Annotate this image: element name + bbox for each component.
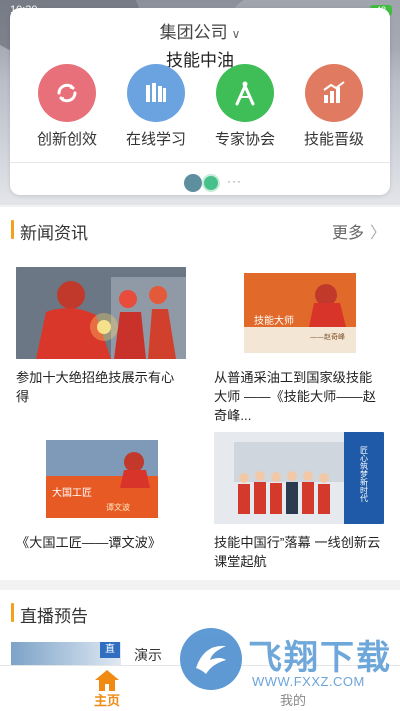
divider <box>10 162 390 163</box>
news-card[interactable]: 参加十大绝招绝技展示有心得 <box>16 267 186 406</box>
news-image-book: 技能大师 ——赵奇峰 <box>214 267 384 359</box>
news-image-welder <box>16 267 186 359</box>
books-icon <box>127 64 185 122</box>
quick-action-expert-association[interactable]: 专家协会 <box>200 64 290 149</box>
chevron-right-icon: 〉 <box>369 225 386 242</box>
more-dots-icon: ··· <box>227 174 242 188</box>
book-title: 大国工匠 <box>52 486 92 499</box>
live-header: 直播预告 <box>0 602 400 626</box>
indicator-dot-icon <box>184 174 202 192</box>
company-selector[interactable]: 集团公司 ∨ <box>10 18 390 43</box>
quick-action-skill-promotion[interactable]: 技能晋级 <box>289 64 379 149</box>
quick-action-label: 在线学习 <box>125 131 186 148</box>
more-label: 更多 <box>331 225 364 242</box>
header-card: 集团公司 ∨ 技能中油 创新创效 在线学习 专家协会 技能晋级 ··· <box>10 8 390 195</box>
compass-icon <box>216 64 274 122</box>
company-name: 集团公司 <box>159 23 228 42</box>
watermark-bird-icon <box>180 628 242 690</box>
live-badge: 直 <box>100 642 120 658</box>
watermark-logo: 飞翔下载 WWW.FXXZ.COM <box>180 628 392 694</box>
stage-banner-text: 匠心筑梦新时代 <box>360 446 369 503</box>
tab-home[interactable]: 主页 <box>57 666 157 711</box>
news-card[interactable]: 匠心筑梦新时代 技能中国行”落幕 一线创新云课堂起航 <box>214 432 384 571</box>
book-subtitle: 谭文波 <box>106 502 130 512</box>
watermark-url: WWW.FXXZ.COM <box>252 674 365 689</box>
news-headline: 从普通采油工到国家级技能大师 ——《技能大师——赵奇峰... <box>214 370 376 423</box>
live-title: 直播预告 <box>20 607 88 626</box>
news-headline: 技能中国行”落幕 一线创新云课堂起航 <box>214 535 381 569</box>
watermark-brand: 飞翔下载 <box>248 639 392 677</box>
quick-action-label: 创新创效 <box>36 131 97 148</box>
quick-action-innovation[interactable]: 创新创效 <box>22 64 112 149</box>
news-card[interactable]: 大国工匠 谭文波 《大国工匠——谭文波》 <box>16 432 186 552</box>
home-icon <box>95 670 119 691</box>
chevron-down-icon: ∨ <box>231 27 241 41</box>
news-headline: 参加十大绝招绝技展示有心得 <box>16 370 175 404</box>
refresh-icon <box>38 64 96 122</box>
news-header: 新闻资讯 更多〉 <box>0 219 400 243</box>
quick-action-online-learning[interactable]: 在线学习 <box>111 64 201 149</box>
chart-icon <box>305 64 363 122</box>
book-title: 技能大师 <box>254 314 294 327</box>
news-more-link[interactable]: 更多〉 <box>332 219 386 243</box>
quick-action-label: 技能晋级 <box>303 131 364 148</box>
book-subtitle: ——赵奇峰 <box>310 332 345 341</box>
news-card[interactable]: 技能大师 ——赵奇峰 从普通采油工到国家级技能大师 ——《技能大师——赵奇峰..… <box>214 267 384 425</box>
live-item-label[interactable]: 演示 <box>134 645 162 665</box>
indicator-dot-active-icon <box>202 174 220 192</box>
news-image-book: 大国工匠 谭文波 <box>16 432 186 524</box>
tab-home-label: 主页 <box>93 693 120 708</box>
section-accent-bar <box>11 603 14 622</box>
section-accent-bar <box>11 220 14 239</box>
news-image-stage: 匠心筑梦新时代 <box>214 432 384 524</box>
quick-actions: 创新创效 在线学习 专家协会 技能晋级 <box>10 58 390 158</box>
news-title: 新闻资讯 <box>20 224 88 243</box>
quick-action-label: 专家协会 <box>214 131 275 148</box>
news-headline: 《大国工匠——谭文波》 <box>16 535 162 550</box>
news-section: 新闻资讯 更多〉 参加十大绝招绝技展示有心得 技能大师 ——赵奇峰 从普通采油工… <box>0 207 400 580</box>
